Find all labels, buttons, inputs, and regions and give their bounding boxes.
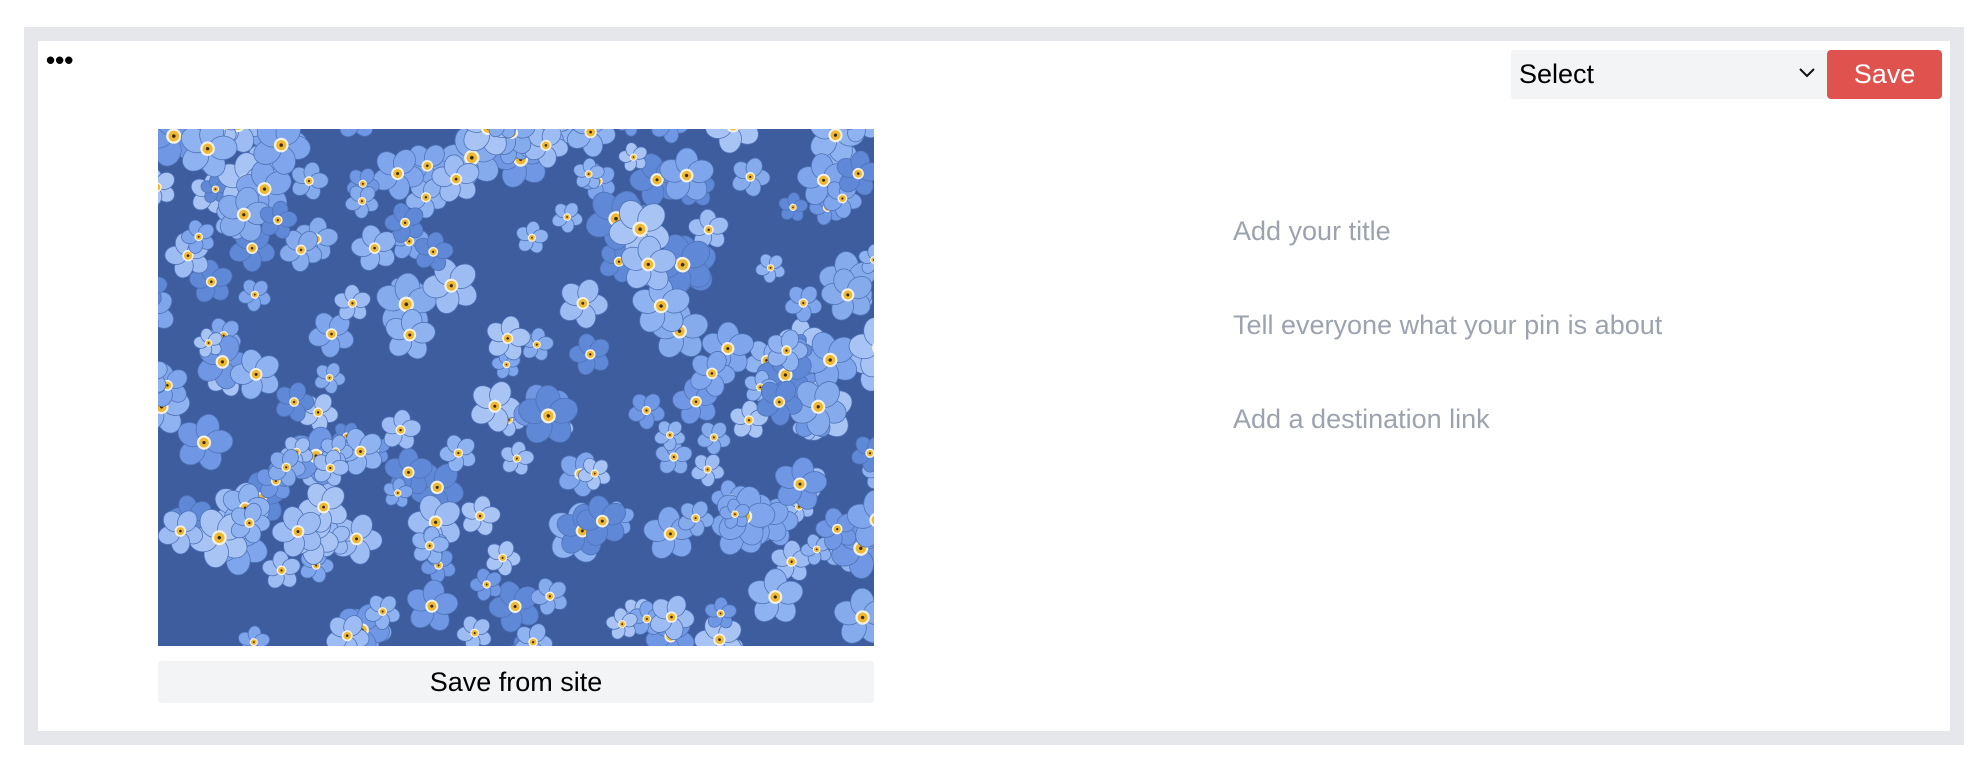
chevron-down-icon xyxy=(1799,68,1815,78)
save-button[interactable]: Save xyxy=(1827,50,1942,99)
pin-builder-frame: ••• Select Save Save from site xyxy=(24,27,1964,745)
pin-link-input[interactable] xyxy=(1233,399,1873,439)
more-options-icon[interactable]: ••• xyxy=(46,47,73,73)
pin-toolbar: Select Save xyxy=(1511,50,1942,99)
pin-builder-card: ••• Select Save Save from site xyxy=(38,41,1950,731)
pin-description-input[interactable] xyxy=(1233,305,1873,345)
pin-image-graphic xyxy=(158,129,874,646)
pin-image xyxy=(158,129,874,646)
board-select[interactable]: Select xyxy=(1511,50,1827,99)
save-from-site-button[interactable]: Save from site xyxy=(158,661,874,703)
pin-details-form xyxy=(1233,211,1883,493)
pin-title-input[interactable] xyxy=(1233,211,1873,251)
board-select-value: Select xyxy=(1519,59,1595,89)
